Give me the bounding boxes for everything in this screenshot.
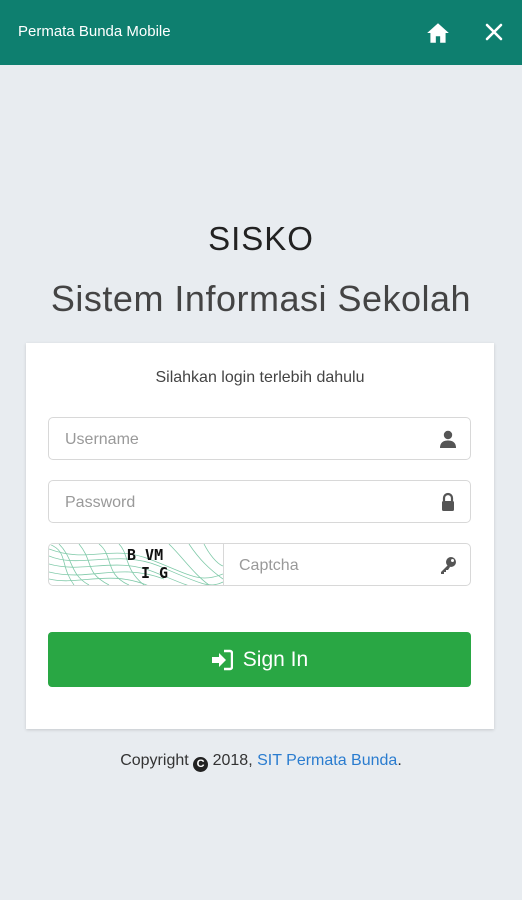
home-icon[interactable] xyxy=(425,20,451,46)
organization-link[interactable]: SIT Permata Bunda xyxy=(257,752,397,769)
username-input[interactable] xyxy=(63,418,427,461)
footer-suffix: . xyxy=(397,752,402,769)
captcha-field: B VM I G xyxy=(48,543,471,587)
lock-icon xyxy=(438,492,458,512)
brand-name: SISKO xyxy=(208,220,314,257)
copyright-icon: C xyxy=(193,757,209,772)
copyright-text: Copyright xyxy=(120,752,189,769)
sign-in-icon xyxy=(211,649,233,670)
sign-in-button[interactable]: Sign In xyxy=(48,632,471,687)
username-field xyxy=(48,417,471,461)
key-icon xyxy=(438,555,458,575)
captcha-text-line2: I G xyxy=(141,564,168,582)
login-prompt: Silahkan login terlebih dahulu xyxy=(155,369,365,386)
captcha-text: B VM xyxy=(127,546,163,564)
password-input[interactable] xyxy=(63,481,427,524)
top-bar: Permata Bunda Mobile xyxy=(0,0,522,65)
login-card: Silahkan login terlebih dahulu Username … xyxy=(26,343,494,729)
captcha-input[interactable] xyxy=(237,544,431,587)
sign-in-label: Sign In xyxy=(242,647,309,671)
captcha-image: B VM I G xyxy=(49,544,224,585)
user-icon xyxy=(438,429,458,449)
copyright-year: 2018, xyxy=(212,752,253,769)
app-title: Permata Bunda Mobile xyxy=(18,23,171,40)
password-field xyxy=(48,480,471,524)
brand-subtitle: Sistem Informasi Sekolah xyxy=(50,278,472,319)
close-icon[interactable] xyxy=(482,20,506,44)
footer: Copyright C 2018, SIT Permata Bunda. xyxy=(0,752,522,772)
